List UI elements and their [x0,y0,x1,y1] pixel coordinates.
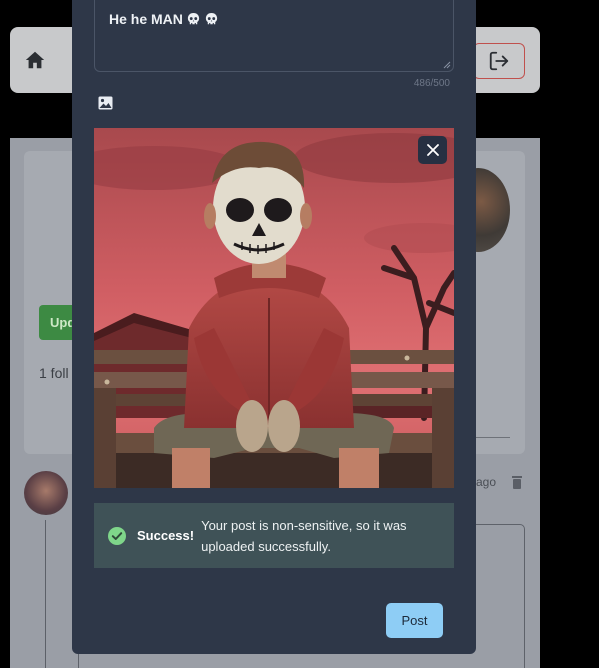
remove-image-button[interactable] [418,136,447,164]
thread-line [45,520,46,668]
skull-icon [205,12,218,24]
logout-icon [489,51,509,71]
followers-count[interactable]: 1 foll [39,365,69,381]
post-text-value: He he MAN [109,11,439,27]
home-icon[interactable] [24,49,46,71]
check-circle-icon [108,526,126,545]
alert-message: Your post is non-sensitive, so it was up… [201,517,407,554]
character-counter: 486/500 [413,78,450,89]
logout-button[interactable] [473,43,525,79]
success-alert: Success! Your post is non-sensitive, so … [94,503,454,568]
close-icon [426,144,439,156]
post-text-input[interactable]: He he MAN [94,0,454,72]
post-timestamp: ago [476,475,497,489]
alert-title: Success! [137,528,195,543]
post-author-avatar[interactable] [24,471,68,515]
uploaded-image-preview [94,128,454,488]
skull-icon [187,12,200,24]
post-button[interactable]: Post [386,603,443,638]
create-post-modal: He he MAN 486/500 Success! Your post is … [72,0,476,654]
trash-icon[interactable] [511,475,523,489]
resize-grip-icon[interactable] [443,61,451,69]
image-icon[interactable] [98,96,113,110]
post-text: He he MAN [109,11,183,27]
